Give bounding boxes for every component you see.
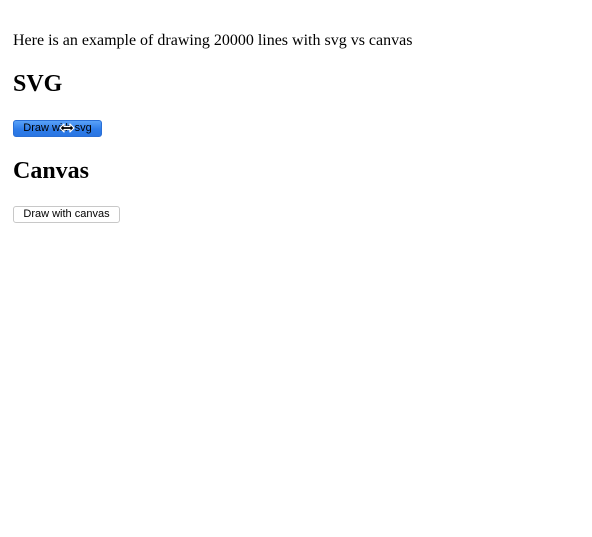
draw-with-canvas-button[interactable]: Draw with canvas (13, 206, 120, 223)
canvas-heading: Canvas (13, 158, 90, 184)
svg-heading: SVG (13, 71, 63, 97)
intro-text: Here is an example of drawing 20000 line… (13, 32, 413, 49)
draw-with-svg-button[interactable]: Draw with svg (13, 120, 102, 137)
